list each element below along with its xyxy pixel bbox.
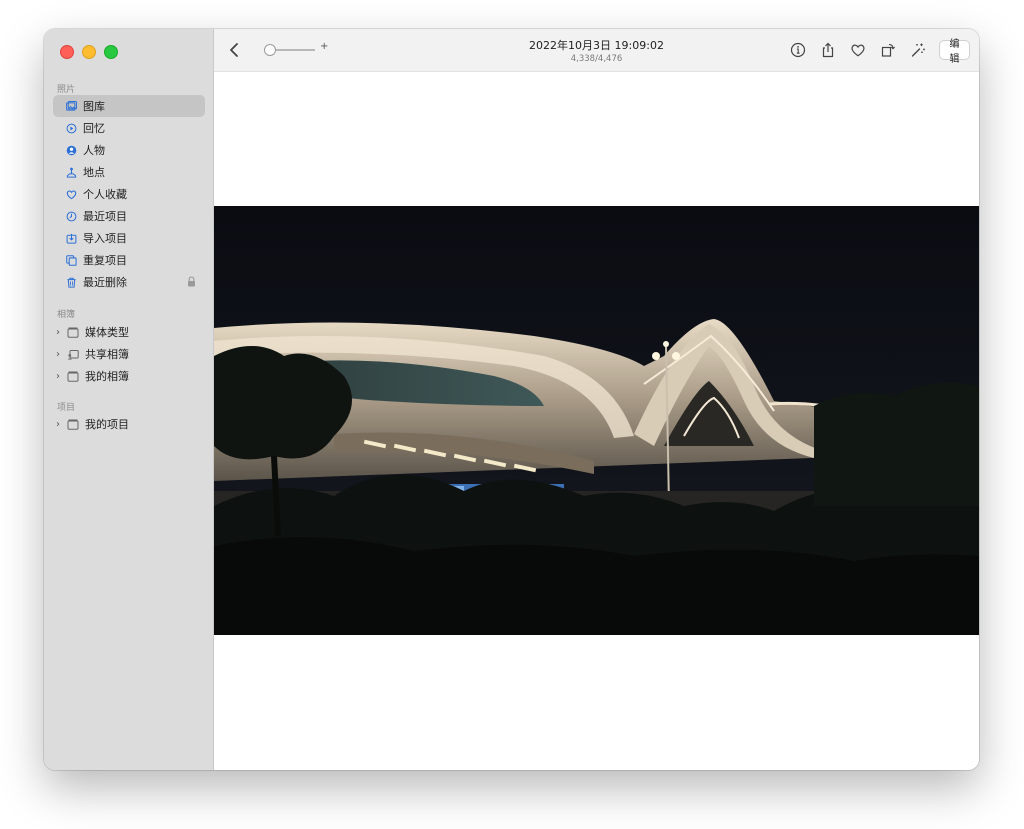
sidebar-item-label: 媒体类型	[85, 326, 129, 339]
rotate-button[interactable]	[878, 40, 898, 60]
sidebar-item-label: 地点	[83, 166, 105, 179]
folder-icon	[67, 419, 79, 430]
people-icon	[66, 145, 77, 156]
rotate-icon	[881, 43, 896, 57]
zoom-knob[interactable]	[264, 44, 276, 56]
photo-title: 2022年10月3日 19:09:02 4,338/4,476	[484, 37, 709, 64]
sidebar-item-library[interactable]: 图库	[53, 95, 205, 117]
sidebar: 照片 图库 回忆 人物 地点 个人收藏 最近项目 导入项目 重复项目 最近删除 …	[44, 29, 214, 770]
section-title-albums: 相簿	[57, 310, 76, 320]
sidebar-item-places[interactable]: 地点	[53, 161, 205, 183]
sidebar-item-label: 重复项目	[83, 254, 127, 267]
sidebar-group-shared-albums[interactable]: › 共享相簿	[56, 343, 206, 365]
magic-wand-icon	[911, 43, 925, 57]
sidebar-item-label: 导入项目	[83, 232, 127, 245]
sidebar-item-label: 我的相簿	[85, 370, 129, 383]
section-title-projects: 项目	[57, 403, 76, 413]
sidebar-item-imports[interactable]: 导入项目	[53, 227, 205, 249]
sidebar-item-recently-deleted[interactable]: 最近删除	[53, 271, 205, 293]
info-icon	[790, 42, 806, 58]
sidebar-group-media-types[interactable]: › 媒体类型	[56, 321, 206, 343]
photo-library-icon	[66, 100, 77, 112]
share-button[interactable]	[818, 40, 838, 60]
sidebar-item-label: 最近删除	[83, 276, 127, 289]
places-icon	[66, 167, 77, 178]
sidebar-item-label: 最近项目	[83, 210, 127, 223]
auto-enhance-button[interactable]	[908, 40, 928, 60]
back-chevron-icon[interactable]	[226, 40, 242, 60]
photo-viewer	[214, 72, 979, 770]
sidebar-item-memories[interactable]: 回忆	[53, 117, 205, 139]
sidebar-item-label: 图库	[83, 100, 105, 113]
chevron-right-icon[interactable]: ›	[56, 419, 64, 430]
chevron-right-icon[interactable]: ›	[56, 327, 64, 338]
toolbar: + 2022年10月3日 19:09:02 4,338/4,476 编辑	[214, 29, 979, 72]
sidebar-item-favorites[interactable]: 个人收藏	[53, 183, 205, 205]
minimize-window-button[interactable]	[82, 45, 96, 59]
sidebar-group-my-albums[interactable]: › 我的相簿	[56, 365, 206, 387]
duplicates-icon	[66, 254, 77, 266]
window-controls	[60, 45, 118, 59]
section-title-photos: 照片	[57, 85, 76, 95]
import-icon	[66, 233, 77, 244]
shared-albums-icon	[67, 349, 79, 360]
zoom-plus-label: +	[320, 41, 329, 52]
sidebar-item-people[interactable]: 人物	[53, 139, 205, 161]
heart-icon	[66, 189, 77, 200]
photo-date: 2022年10月3日 19:09:02	[529, 39, 664, 52]
chevron-right-icon[interactable]: ›	[56, 371, 64, 382]
sidebar-item-label: 我的项目	[85, 418, 129, 431]
folder-icon	[67, 327, 79, 338]
edit-button[interactable]: 编辑	[939, 39, 970, 65]
sidebar-group-my-projects[interactable]: › 我的项目	[56, 413, 206, 435]
share-icon	[822, 42, 834, 58]
sidebar-item-label: 人物	[83, 144, 105, 157]
clock-icon	[66, 211, 77, 222]
sidebar-item-duplicates[interactable]: 重复项目	[53, 249, 205, 271]
memories-icon	[66, 123, 77, 134]
info-button[interactable]	[788, 40, 808, 60]
night-building-photo[interactable]	[214, 206, 979, 635]
close-window-button[interactable]	[60, 45, 74, 59]
sidebar-item-label: 回忆	[83, 122, 105, 135]
trash-icon	[66, 277, 77, 288]
sidebar-item-label: 共享相簿	[85, 348, 129, 361]
favorite-button[interactable]	[848, 40, 868, 60]
fullscreen-window-button[interactable]	[104, 45, 118, 59]
folder-icon	[67, 371, 79, 382]
chevron-right-icon[interactable]: ›	[56, 349, 64, 360]
sidebar-item-recents[interactable]: 最近项目	[53, 205, 205, 227]
zoom-slider[interactable]: +	[264, 41, 329, 56]
heart-icon	[851, 44, 865, 57]
lock-icon	[188, 276, 195, 287]
photo-count: 4,338/4,476	[570, 54, 623, 64]
sidebar-item-label: 个人收藏	[83, 188, 127, 201]
photos-window: 照片 图库 回忆 人物 地点 个人收藏 最近项目 导入项目 重复项目 最近删除 …	[44, 29, 979, 770]
